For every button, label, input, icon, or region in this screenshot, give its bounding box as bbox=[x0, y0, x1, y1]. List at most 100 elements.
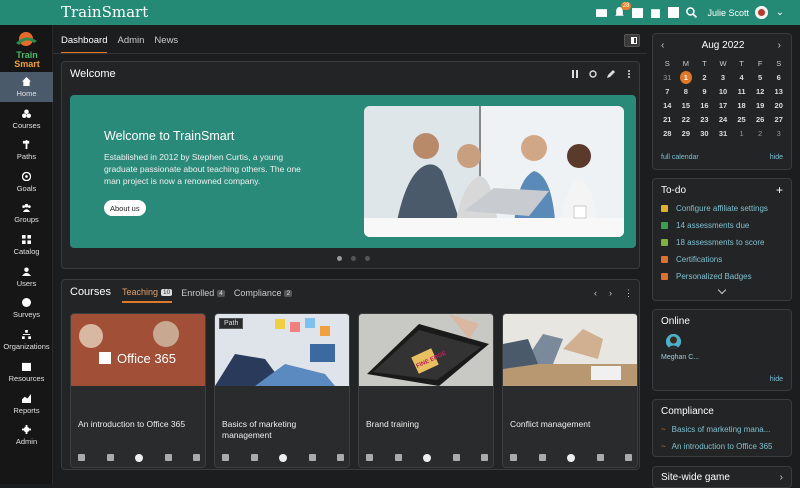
todo-item[interactable]: Certifications bbox=[661, 255, 722, 264]
online-user-avatar[interactable] bbox=[666, 334, 681, 349]
calendar-day[interactable]: 28 bbox=[658, 127, 677, 140]
compliance-item[interactable]: ~ Basics of marketing mana... bbox=[661, 425, 770, 434]
calendar-day[interactable]: 13 bbox=[769, 85, 788, 98]
calendar-day[interactable]: 10 bbox=[714, 85, 733, 98]
todo-item[interactable]: Configure affiliate settings bbox=[661, 204, 768, 213]
sidebar-item-organizations[interactable]: Organizations bbox=[0, 325, 53, 355]
bell-icon[interactable] bbox=[452, 454, 460, 461]
carousel-dot[interactable] bbox=[351, 256, 356, 261]
calendar-day[interactable]: 18 bbox=[732, 99, 751, 112]
sidebar-item-catalog[interactable]: Catalog bbox=[0, 230, 53, 260]
todo-item[interactable]: Personalized Badges bbox=[661, 272, 752, 281]
doc-icon[interactable] bbox=[510, 454, 517, 461]
user-avatar[interactable] bbox=[755, 6, 768, 19]
course-card[interactable]: Office 365 An introduction to Office 365 bbox=[70, 313, 206, 468]
tab-news[interactable]: News bbox=[154, 35, 178, 54]
doc-icon[interactable] bbox=[366, 454, 373, 461]
file-icon[interactable] bbox=[337, 454, 344, 461]
calendar-day[interactable]: 14 bbox=[658, 99, 677, 112]
help-icon[interactable] bbox=[667, 7, 679, 19]
course-card[interactable]: Conflict management bbox=[502, 313, 638, 468]
mail-icon[interactable] bbox=[595, 7, 607, 19]
tab-dashboard[interactable]: Dashboard bbox=[61, 35, 108, 54]
calendar-day[interactable]: 1 bbox=[732, 127, 751, 140]
file-icon[interactable] bbox=[193, 454, 200, 461]
bell-icon[interactable] bbox=[596, 454, 604, 461]
calendar-day[interactable]: 5 bbox=[751, 71, 770, 84]
calendar-day[interactable]: 23 bbox=[695, 113, 714, 126]
calendar-day[interactable]: 31 bbox=[714, 127, 733, 140]
sidebar-item-admin[interactable]: Admin bbox=[0, 420, 53, 450]
search-icon[interactable] bbox=[685, 7, 697, 19]
course-title[interactable]: Basics of marketing management bbox=[222, 419, 344, 441]
calendar-day[interactable]: 29 bbox=[677, 127, 696, 140]
doc-icon[interactable] bbox=[78, 454, 85, 461]
app-title[interactable]: TrainSmart bbox=[61, 3, 148, 21]
calendar-day[interactable]: 15 bbox=[677, 99, 696, 112]
calendar-day[interactable]: 6 bbox=[769, 71, 788, 84]
calendar-day[interactable]: 2 bbox=[695, 71, 714, 84]
online-hide-link[interactable]: hide bbox=[770, 376, 783, 383]
count-badge-icon[interactable] bbox=[279, 454, 287, 462]
tab-enrolled[interactable]: Enrolled 4 bbox=[181, 287, 225, 303]
list-icon[interactable] bbox=[538, 454, 546, 461]
calendar-next-icon[interactable]: › bbox=[778, 40, 781, 51]
online-user-name[interactable]: Meghan C... bbox=[661, 354, 699, 361]
compliance-item[interactable]: ~ An introduction to Office 365 bbox=[661, 442, 772, 451]
carousel-dot[interactable] bbox=[337, 256, 342, 261]
count-badge-icon[interactable] bbox=[135, 454, 143, 462]
trash-icon[interactable] bbox=[649, 7, 661, 19]
sidebar-item-resources[interactable]: Resources bbox=[0, 357, 53, 387]
list-icon[interactable] bbox=[250, 454, 258, 461]
chevron-right-icon[interactable]: › bbox=[780, 472, 783, 483]
sidebar-item-paths[interactable]: Paths bbox=[0, 135, 53, 165]
todo-item[interactable]: 18 assessments to score bbox=[661, 238, 764, 247]
bell-icon[interactable] bbox=[308, 454, 316, 461]
carousel-dot[interactable] bbox=[365, 256, 370, 261]
tab-admin[interactable]: Admin bbox=[117, 35, 144, 54]
calendar-day[interactable]: 25 bbox=[732, 113, 751, 126]
bell-icon[interactable] bbox=[164, 454, 172, 461]
calendar-day[interactable]: 2 bbox=[751, 127, 770, 140]
course-card[interactable]: Path Basics of marketing management bbox=[214, 313, 350, 468]
calendar-day[interactable]: 30 bbox=[695, 127, 714, 140]
calendar-day[interactable]: 24 bbox=[714, 113, 733, 126]
calendar-day[interactable]: 19 bbox=[751, 99, 770, 112]
calendar-day[interactable]: 27 bbox=[769, 113, 788, 126]
calendar-day[interactable]: 7 bbox=[658, 85, 677, 98]
calendar-day[interactable]: 9 bbox=[695, 85, 714, 98]
user-name[interactable]: Julie Scott bbox=[707, 8, 749, 18]
refresh-icon[interactable] bbox=[589, 70, 597, 78]
tab-teaching[interactable]: Teaching 10 bbox=[122, 287, 173, 303]
chevron-left-icon[interactable]: ‹ bbox=[594, 288, 597, 299]
doc-icon[interactable] bbox=[222, 454, 229, 461]
count-badge-icon[interactable] bbox=[567, 454, 575, 462]
course-title[interactable]: Brand training bbox=[366, 419, 488, 430]
calendar-day[interactable]: 3 bbox=[769, 127, 788, 140]
calendar-day[interactable]: 17 bbox=[714, 99, 733, 112]
calendar-hide-link[interactable]: hide bbox=[770, 154, 783, 161]
calendar-day[interactable]: 1 bbox=[679, 71, 692, 84]
calendar-day[interactable]: 22 bbox=[677, 113, 696, 126]
chevron-right-icon[interactable]: › bbox=[609, 288, 612, 299]
course-title[interactable]: Conflict management bbox=[510, 419, 632, 430]
pause-icon[interactable] bbox=[571, 70, 579, 78]
list-icon[interactable] bbox=[106, 454, 114, 461]
about-us-button[interactable]: About us bbox=[104, 200, 146, 216]
sidebar-item-users[interactable]: Users bbox=[0, 262, 53, 292]
tab-compliance[interactable]: Compliance 2 bbox=[234, 287, 293, 303]
calendar-day[interactable]: 3 bbox=[714, 71, 733, 84]
sidebar-item-home[interactable]: Home bbox=[0, 72, 53, 102]
course-title[interactable]: An introduction to Office 365 bbox=[78, 419, 200, 430]
calendar-day[interactable]: 31 bbox=[658, 71, 677, 84]
edit-pencil-icon[interactable] bbox=[607, 70, 615, 78]
file-icon[interactable] bbox=[481, 454, 488, 461]
list-icon[interactable] bbox=[394, 454, 402, 461]
calendar-day[interactable]: 11 bbox=[732, 85, 751, 98]
sidebar-item-goals[interactable]: Goals bbox=[0, 167, 53, 197]
course-card[interactable]: FINE EDGE Brand training bbox=[358, 313, 494, 468]
calendar-day[interactable]: 20 bbox=[769, 99, 788, 112]
add-todo-icon[interactable]: + bbox=[776, 183, 783, 197]
chevron-down-icon[interactable]: ⌄ bbox=[774, 7, 786, 19]
count-badge-icon[interactable] bbox=[423, 454, 431, 462]
